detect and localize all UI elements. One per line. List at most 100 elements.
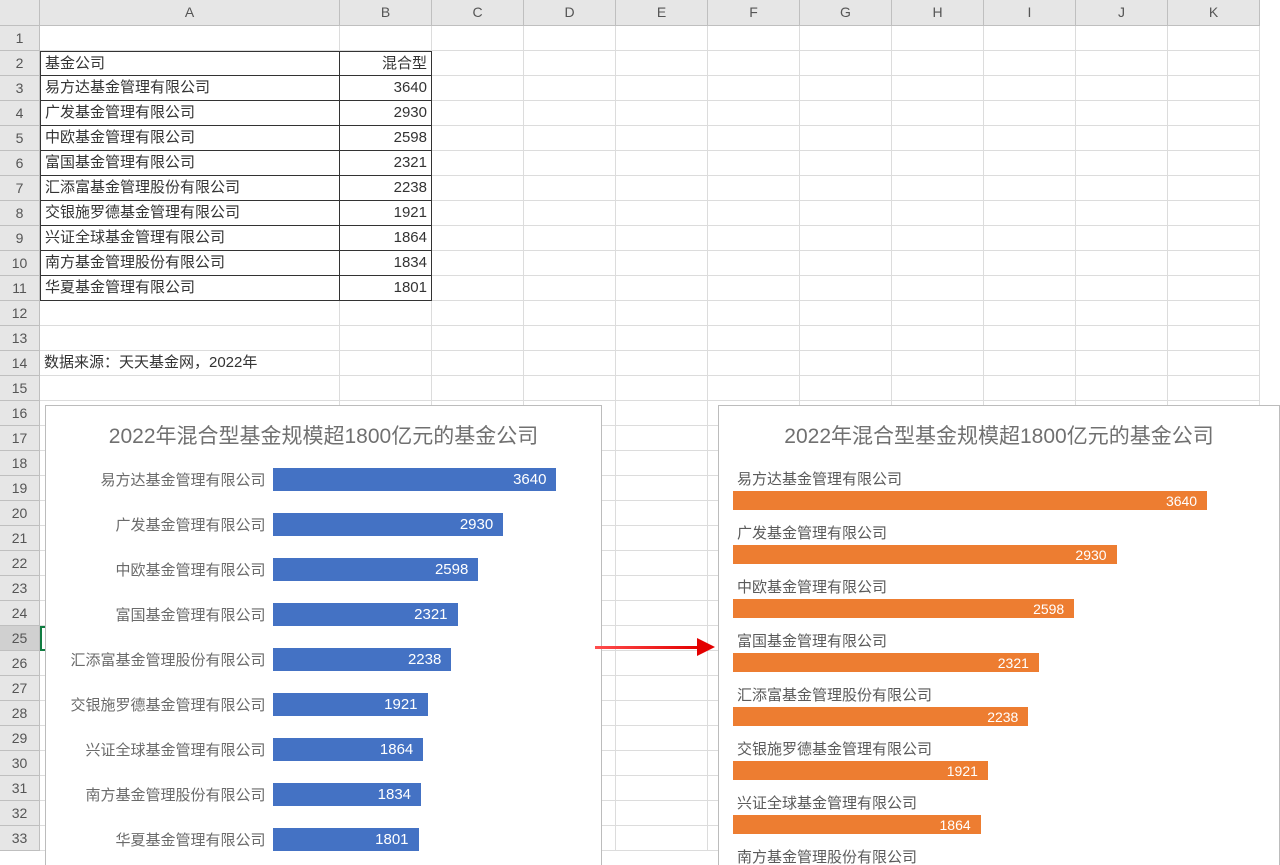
cell-B4[interactable]: 2930 (340, 101, 432, 126)
cell-I13[interactable] (984, 326, 1076, 351)
row-header-4[interactable]: 4 (0, 101, 40, 126)
column-header-I[interactable]: I (984, 0, 1076, 26)
cell-H11[interactable] (892, 276, 984, 301)
cell-F8[interactable] (708, 201, 800, 226)
cell-F6[interactable] (708, 151, 800, 176)
cell-I15[interactable] (984, 376, 1076, 401)
cell-K3[interactable] (1168, 76, 1260, 101)
cell-A2[interactable]: 基金公司 (40, 51, 340, 76)
cell-H4[interactable] (892, 101, 984, 126)
row-header-15[interactable]: 15 (0, 376, 40, 401)
cell-F9[interactable] (708, 226, 800, 251)
row-header-9[interactable]: 9 (0, 226, 40, 251)
cell-F11[interactable] (708, 276, 800, 301)
cell-B7[interactable]: 2238 (340, 176, 432, 201)
cell-C8[interactable] (432, 201, 524, 226)
cell-E8[interactable] (616, 201, 708, 226)
cell-E2[interactable] (616, 51, 708, 76)
cell-E32[interactable] (616, 801, 708, 826)
row-header-14[interactable]: 14 (0, 351, 40, 376)
cell-A14[interactable]: 数据来源：天天基金网，2022年 (40, 351, 340, 376)
cell-A4[interactable]: 广发基金管理有限公司 (40, 101, 340, 126)
row-header-13[interactable]: 13 (0, 326, 40, 351)
cell-A12[interactable] (40, 301, 340, 326)
cell-G6[interactable] (800, 151, 892, 176)
cell-E14[interactable] (616, 351, 708, 376)
cell-E19[interactable] (616, 476, 708, 501)
row-header-2[interactable]: 2 (0, 51, 40, 76)
cell-J2[interactable] (1076, 51, 1168, 76)
cell-K14[interactable] (1168, 351, 1260, 376)
column-header-C[interactable]: C (432, 0, 524, 26)
cell-B2[interactable]: 混合型 (340, 51, 432, 76)
row-header-3[interactable]: 3 (0, 76, 40, 101)
cell-A5[interactable]: 中欧基金管理有限公司 (40, 126, 340, 151)
cell-K5[interactable] (1168, 126, 1260, 151)
cell-K2[interactable] (1168, 51, 1260, 76)
cell-E12[interactable] (616, 301, 708, 326)
cell-E11[interactable] (616, 276, 708, 301)
cell-C3[interactable] (432, 76, 524, 101)
cell-A8[interactable]: 交银施罗德基金管理有限公司 (40, 201, 340, 226)
cell-E17[interactable] (616, 426, 708, 451)
cell-J5[interactable] (1076, 126, 1168, 151)
cell-D15[interactable] (524, 376, 616, 401)
cell-H6[interactable] (892, 151, 984, 176)
row-header-32[interactable]: 32 (0, 801, 40, 826)
cell-H7[interactable] (892, 176, 984, 201)
cell-B5[interactable]: 2598 (340, 126, 432, 151)
cell-B9[interactable]: 1864 (340, 226, 432, 251)
cell-E5[interactable] (616, 126, 708, 151)
row-header-31[interactable]: 31 (0, 776, 40, 801)
cell-B1[interactable] (340, 26, 432, 51)
cell-G15[interactable] (800, 376, 892, 401)
cell-J13[interactable] (1076, 326, 1168, 351)
row-header-19[interactable]: 19 (0, 476, 40, 501)
cell-F2[interactable] (708, 51, 800, 76)
cell-D9[interactable] (524, 226, 616, 251)
cell-E10[interactable] (616, 251, 708, 276)
cell-B13[interactable] (340, 326, 432, 351)
cell-K7[interactable] (1168, 176, 1260, 201)
cell-G11[interactable] (800, 276, 892, 301)
cell-G14[interactable] (800, 351, 892, 376)
cell-K10[interactable] (1168, 251, 1260, 276)
cell-C15[interactable] (432, 376, 524, 401)
cell-H1[interactable] (892, 26, 984, 51)
cell-D12[interactable] (524, 301, 616, 326)
cell-E7[interactable] (616, 176, 708, 201)
column-header-E[interactable]: E (616, 0, 708, 26)
cell-H2[interactable] (892, 51, 984, 76)
cell-E20[interactable] (616, 501, 708, 526)
cell-H12[interactable] (892, 301, 984, 326)
cell-I4[interactable] (984, 101, 1076, 126)
cell-H8[interactable] (892, 201, 984, 226)
column-header-H[interactable]: H (892, 0, 984, 26)
cell-D14[interactable] (524, 351, 616, 376)
cell-K15[interactable] (1168, 376, 1260, 401)
row-header-12[interactable]: 12 (0, 301, 40, 326)
cell-C5[interactable] (432, 126, 524, 151)
cell-E23[interactable] (616, 576, 708, 601)
cell-H13[interactable] (892, 326, 984, 351)
cell-J3[interactable] (1076, 76, 1168, 101)
cell-F7[interactable] (708, 176, 800, 201)
cell-D10[interactable] (524, 251, 616, 276)
cell-A13[interactable] (40, 326, 340, 351)
cell-G7[interactable] (800, 176, 892, 201)
cell-G8[interactable] (800, 201, 892, 226)
column-header-J[interactable]: J (1076, 0, 1168, 26)
cell-A3[interactable]: 易方达基金管理有限公司 (40, 76, 340, 101)
cell-F4[interactable] (708, 101, 800, 126)
cell-J15[interactable] (1076, 376, 1168, 401)
cell-D8[interactable] (524, 201, 616, 226)
cell-B3[interactable]: 3640 (340, 76, 432, 101)
cell-B11[interactable]: 1801 (340, 276, 432, 301)
cell-E15[interactable] (616, 376, 708, 401)
cell-J7[interactable] (1076, 176, 1168, 201)
column-header-K[interactable]: K (1168, 0, 1260, 26)
cell-C7[interactable] (432, 176, 524, 201)
row-header-16[interactable]: 16 (0, 401, 40, 426)
row-header-29[interactable]: 29 (0, 726, 40, 751)
cell-F14[interactable] (708, 351, 800, 376)
